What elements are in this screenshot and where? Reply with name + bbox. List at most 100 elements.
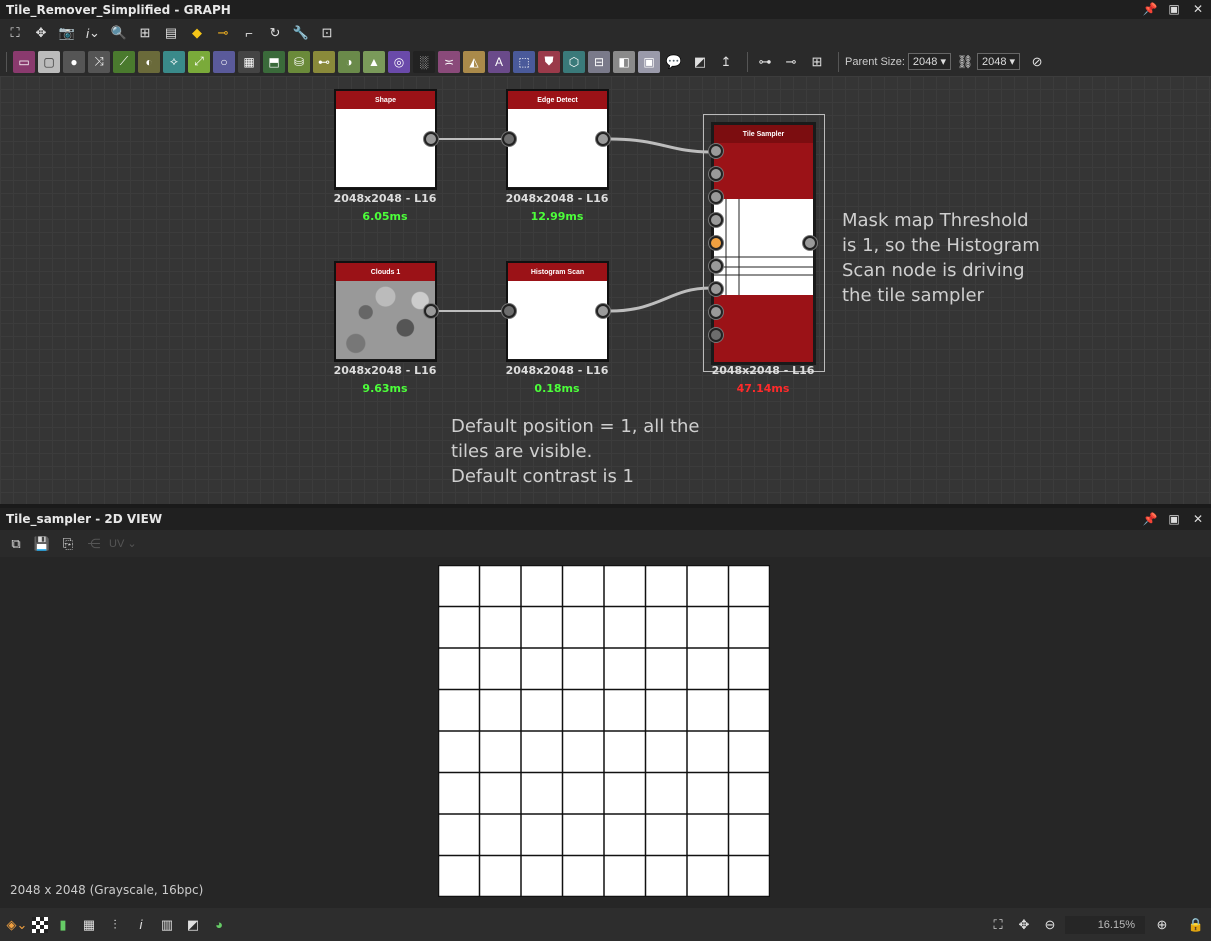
link-ratio-icon[interactable]: ⛓ bbox=[957, 52, 974, 72]
link-icon[interactable]: ⊸ bbox=[212, 23, 234, 43]
move-icon[interactable]: ✥ bbox=[30, 23, 52, 43]
input-pin-2[interactable] bbox=[709, 167, 723, 181]
output-pin[interactable] bbox=[596, 304, 610, 318]
uv-share-icon[interactable]: ⋲ bbox=[83, 534, 105, 554]
refresh-icon[interactable]: ↻ bbox=[264, 23, 286, 43]
output-pin[interactable] bbox=[596, 132, 610, 146]
tools-icon[interactable]: 🔧 bbox=[290, 23, 312, 43]
input-pin-7[interactable] bbox=[709, 282, 723, 296]
color-picker-icon[interactable]: ◩ bbox=[182, 915, 204, 935]
align-vertical-icon[interactable]: ⊸ bbox=[780, 52, 802, 72]
hsl-icon[interactable]: ◎ bbox=[388, 50, 410, 73]
close-icon[interactable]: ✕ bbox=[1191, 1, 1205, 17]
node-shape[interactable]: Shape bbox=[334, 89, 437, 190]
panel-splitter[interactable] bbox=[0, 504, 1211, 508]
output-pin[interactable] bbox=[424, 304, 438, 318]
levels-icon[interactable]: ◑ bbox=[338, 50, 360, 73]
parent-size-height-select[interactable]: 2048 ▾ bbox=[976, 53, 1021, 70]
fx-map-icon[interactable]: ⛁ bbox=[288, 50, 310, 73]
pin-icon[interactable]: 📌 bbox=[1143, 1, 1158, 17]
warp-icon[interactable]: ⟡ bbox=[163, 50, 185, 73]
connect-icon[interactable]: ⌐ bbox=[238, 23, 260, 43]
actual-size-icon[interactable]: ✥ bbox=[1013, 915, 1035, 935]
distance-icon[interactable]: ⬡ bbox=[563, 50, 585, 73]
text-icon[interactable]: A bbox=[488, 50, 510, 73]
value-icon[interactable]: ▣ bbox=[638, 50, 660, 73]
comment-icon[interactable]: 💬 bbox=[663, 52, 685, 72]
node-histogram-scan[interactable]: Histogram Scan bbox=[506, 261, 609, 362]
pin-node-icon[interactable]: ↥ bbox=[715, 52, 737, 72]
input-icon[interactable]: ⊟ bbox=[588, 50, 610, 73]
uniform-color-icon[interactable]: ● bbox=[63, 50, 85, 73]
input-pin-5[interactable] bbox=[709, 236, 723, 250]
normal-icon[interactable]: ◭ bbox=[463, 50, 485, 73]
save-icon[interactable]: 💾 bbox=[31, 534, 53, 554]
camera-icon[interactable]: 📷 bbox=[56, 23, 78, 43]
layers-icon[interactable]: ◈⌄ bbox=[6, 915, 28, 935]
info-icon[interactable]: i bbox=[130, 915, 152, 935]
switch-icon[interactable]: ⤨ bbox=[88, 50, 110, 73]
export-icon[interactable]: ⊡ bbox=[316, 23, 338, 43]
pin-icon[interactable]: 📌 bbox=[1143, 511, 1158, 527]
histogram-icon[interactable]: ▥ bbox=[156, 915, 178, 935]
input-pin-9[interactable] bbox=[709, 328, 723, 342]
input-pin-4[interactable] bbox=[709, 213, 723, 227]
node-tile-sampler[interactable]: Tile Sampler bbox=[711, 122, 816, 365]
python-icon[interactable]: ◆ bbox=[186, 23, 208, 43]
tiling-icon[interactable]: ▦ bbox=[78, 915, 100, 935]
close-icon[interactable]: ✕ bbox=[1191, 511, 1205, 527]
node-edge-detect[interactable]: Edge Detect bbox=[506, 89, 609, 190]
directional-warp-icon[interactable]: ⤢ bbox=[188, 50, 210, 73]
frame-icon[interactable]: ◩ bbox=[689, 52, 711, 72]
input-pin[interactable] bbox=[502, 132, 516, 146]
comment-mask-threshold[interactable]: Mask map Threshold is 1, so the Histogra… bbox=[842, 208, 1040, 308]
curve-icon[interactable]: ⟋ bbox=[113, 50, 135, 73]
checker-icon[interactable] bbox=[32, 916, 48, 933]
output-pin[interactable] bbox=[803, 236, 817, 250]
lock-icon[interactable]: 🔒 bbox=[1185, 915, 1207, 935]
reset-size-icon[interactable]: ⊘ bbox=[1026, 52, 1048, 72]
channels-icon[interactable]: ▮ bbox=[52, 915, 74, 935]
input-pin-8[interactable] bbox=[709, 305, 723, 319]
align-horizontal-icon[interactable]: ⊶ bbox=[754, 52, 776, 72]
shape-icon[interactable]: ○ bbox=[213, 50, 235, 73]
fit-icon[interactable]: ⛶ bbox=[987, 915, 1009, 935]
view-mode-icon[interactable]: ⧉ bbox=[5, 534, 27, 554]
node-list-icon[interactable]: ▤ bbox=[160, 23, 182, 43]
snap-icon[interactable]: ⊞ bbox=[806, 52, 828, 72]
zoom-out-icon[interactable]: ⊖ bbox=[1039, 915, 1061, 935]
zoom-in-icon[interactable]: ⊕ bbox=[1151, 915, 1173, 935]
transform-icon[interactable]: ⬚ bbox=[513, 50, 535, 73]
tile-grid-icon[interactable]: ▦ bbox=[238, 50, 260, 73]
rgb-icon[interactable]: ◕ bbox=[208, 915, 230, 935]
graph-layout-icon[interactable]: ⊞ bbox=[134, 23, 156, 43]
pixel-icon[interactable]: ⫶ bbox=[104, 915, 126, 935]
output-pin[interactable] bbox=[424, 132, 438, 146]
fill-icon[interactable]: ⛊ bbox=[538, 50, 560, 73]
input-pin[interactable] bbox=[502, 304, 516, 318]
bitmap-node-icon[interactable]: ▭ bbox=[13, 50, 35, 73]
maximize-icon[interactable]: ▣ bbox=[1167, 1, 1181, 17]
blend-icon[interactable]: ⊷ bbox=[313, 50, 335, 73]
noise-icon[interactable]: ░ bbox=[413, 50, 435, 73]
maximize-icon[interactable]: ▣ bbox=[1167, 511, 1181, 527]
frame-all-icon[interactable]: ⛶ bbox=[4, 23, 26, 43]
node-clouds[interactable]: Clouds 1 bbox=[334, 261, 437, 362]
pixel-processor-icon[interactable]: ⬒ bbox=[263, 50, 285, 73]
input-pin-6[interactable] bbox=[709, 259, 723, 273]
copy-icon[interactable]: ⎘ bbox=[57, 534, 79, 554]
parent-size-width-select[interactable]: 2048 ▾ bbox=[907, 53, 951, 70]
histogram-icon[interactable]: ▲ bbox=[363, 50, 385, 73]
input-pin-1[interactable] bbox=[709, 144, 723, 158]
comment-default-position[interactable]: Default position = 1, all the tiles are … bbox=[451, 414, 700, 489]
svg-node-icon[interactable]: ▢ bbox=[38, 50, 60, 73]
blur-icon[interactable]: ◐ bbox=[138, 50, 160, 73]
graph-canvas[interactable]: Shape 2048x2048 - L16 6.05ms Edge Detect… bbox=[0, 76, 1211, 504]
view-canvas[interactable]: 2048 x 2048 (Grayscale, 16bpc) bbox=[0, 557, 1211, 908]
input-pin-3[interactable] bbox=[709, 190, 723, 204]
emboss-icon[interactable]: ≍ bbox=[438, 50, 460, 73]
uv-dropdown[interactable]: UV ⌄ bbox=[109, 537, 137, 550]
zoom-level[interactable]: 16.15% bbox=[1065, 915, 1145, 934]
output-icon[interactable]: ◧ bbox=[613, 50, 635, 73]
info-icon[interactable]: i ⌄ bbox=[82, 23, 104, 43]
